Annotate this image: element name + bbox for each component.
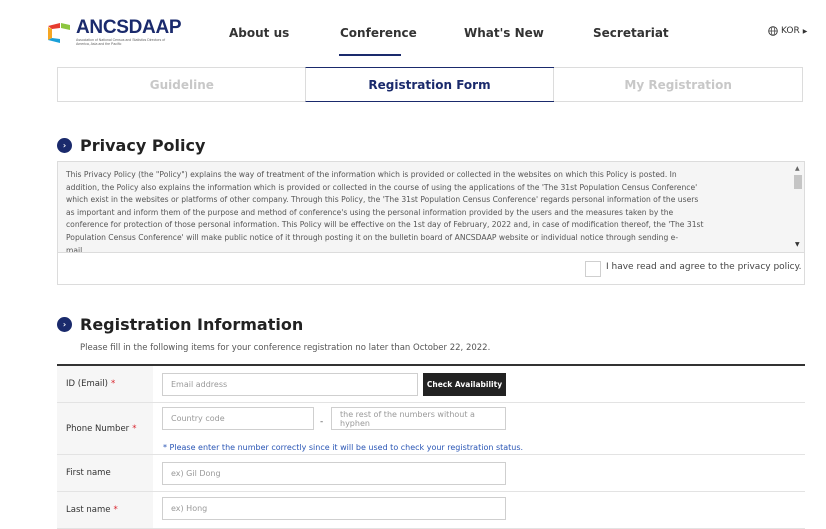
first-name-input[interactable]: ex) Gil Dong xyxy=(162,462,506,485)
scroll-thumb[interactable] xyxy=(794,175,802,189)
id-email-label-text: ID (Email) xyxy=(66,379,108,389)
policy-line: which exist in the websites or platforms… xyxy=(66,195,699,205)
privacy-policy-title: Privacy Policy xyxy=(80,136,206,155)
privacy-agree-checkbox[interactable] xyxy=(585,261,601,277)
id-email-label: ID (Email) * xyxy=(57,366,153,402)
form-row-first-name: First name ex) Gil Dong xyxy=(57,455,805,492)
policy-line: Population Census Conference' will make … xyxy=(66,232,679,242)
last-name-placeholder: ex) Hong xyxy=(171,504,208,513)
top-navigation: ANCSDAAP Association of National Census … xyxy=(0,0,826,62)
policy-line: as important and inform them of the purp… xyxy=(66,207,674,217)
tab-my-registration[interactable]: My Registration xyxy=(553,68,802,101)
policy-line: conference for protection of those perso… xyxy=(66,220,704,230)
phone-number-label: Phone Number * xyxy=(57,403,153,454)
logo-text: ANCSDAAP xyxy=(76,17,182,38)
language-selector[interactable]: KOR ▶ xyxy=(768,26,807,36)
nav-active-indicator xyxy=(339,54,401,56)
required-mark: * xyxy=(113,505,118,515)
nav-whats-new[interactable]: What's New xyxy=(464,26,544,40)
bullet-arrow-icon: › xyxy=(57,317,72,332)
nav-secretariat[interactable]: Secretariat xyxy=(593,26,669,40)
email-placeholder: Email address xyxy=(171,380,228,389)
logo-mark-icon xyxy=(48,23,70,43)
form-row-phone: Phone Number * Country code - the rest of… xyxy=(57,403,805,455)
country-code-placeholder: Country code xyxy=(171,414,225,423)
nav-about-us[interactable]: About us xyxy=(229,26,289,40)
tab-guideline[interactable]: Guideline xyxy=(58,68,306,101)
scroll-down-icon[interactable]: ▼ xyxy=(795,241,800,248)
required-mark: * xyxy=(132,423,137,434)
form-row-last-name: Last name * ex) Hong xyxy=(57,492,805,529)
privacy-policy-box[interactable]: This Privacy Policy (the "Policy") expla… xyxy=(57,161,805,253)
policy-line: addition, the Policy also explains the i… xyxy=(66,182,698,192)
form-row-id: ID (Email) * Email address Check Availabi… xyxy=(57,366,805,403)
phone-rest-placeholder: the rest of the numbers without a hyphen xyxy=(340,409,475,428)
required-mark: * xyxy=(110,379,116,389)
last-name-label-text: Last name xyxy=(66,505,111,515)
nav-conference[interactable]: Conference xyxy=(340,26,417,40)
bullet-arrow-icon: › xyxy=(57,138,72,153)
policy-line: This Privacy Policy (the "Policy") expla… xyxy=(66,170,677,179)
policy-line: mail. xyxy=(66,245,85,253)
privacy-policy-heading: › Privacy Policy xyxy=(57,136,205,155)
scroll-up-icon[interactable]: ▲ xyxy=(795,165,800,172)
first-name-placeholder: ex) Gil Dong xyxy=(171,469,221,478)
logo-subtitle: Association of National Census and Stati… xyxy=(76,38,166,46)
registration-info-title: Registration Information xyxy=(80,315,304,334)
phone-number-label-text: Phone Number xyxy=(66,423,130,434)
first-name-label-text: First name xyxy=(66,468,111,478)
caret-right-icon: ▶ xyxy=(802,27,808,35)
phone-hint: * Please enter the number correctly sinc… xyxy=(163,443,524,452)
phone-dash: - xyxy=(320,417,324,427)
privacy-agree-label[interactable]: I have read and agree to the privacy pol… xyxy=(606,262,802,272)
country-code-input[interactable]: Country code xyxy=(162,407,314,430)
last-name-input[interactable]: ex) Hong xyxy=(162,497,506,520)
first-name-label: First name xyxy=(57,455,153,491)
globe-icon xyxy=(768,26,778,36)
check-availability-button[interactable]: Check Availability xyxy=(423,373,506,396)
phone-rest-input[interactable]: the rest of the numbers without a hyphen xyxy=(331,407,506,430)
tab-registration-form[interactable]: Registration Form xyxy=(304,67,555,102)
policy-scrollbar[interactable]: ▲ ▼ xyxy=(794,165,802,249)
language-label: KOR xyxy=(781,26,800,36)
registration-tabs: Guideline Registration Form My Registrat… xyxy=(57,67,803,102)
registration-note: Please fill in the following items for y… xyxy=(80,343,491,353)
ancsdaap-logo[interactable]: ANCSDAAP Association of National Census … xyxy=(46,17,216,48)
last-name-label: Last name * xyxy=(57,492,153,528)
registration-info-heading: › Registration Information xyxy=(57,315,303,334)
privacy-agree-row: I have read and agree to the privacy pol… xyxy=(57,253,805,285)
privacy-policy-text: This Privacy Policy (the "Policy") expla… xyxy=(66,169,786,253)
email-input[interactable]: Email address xyxy=(162,373,418,396)
